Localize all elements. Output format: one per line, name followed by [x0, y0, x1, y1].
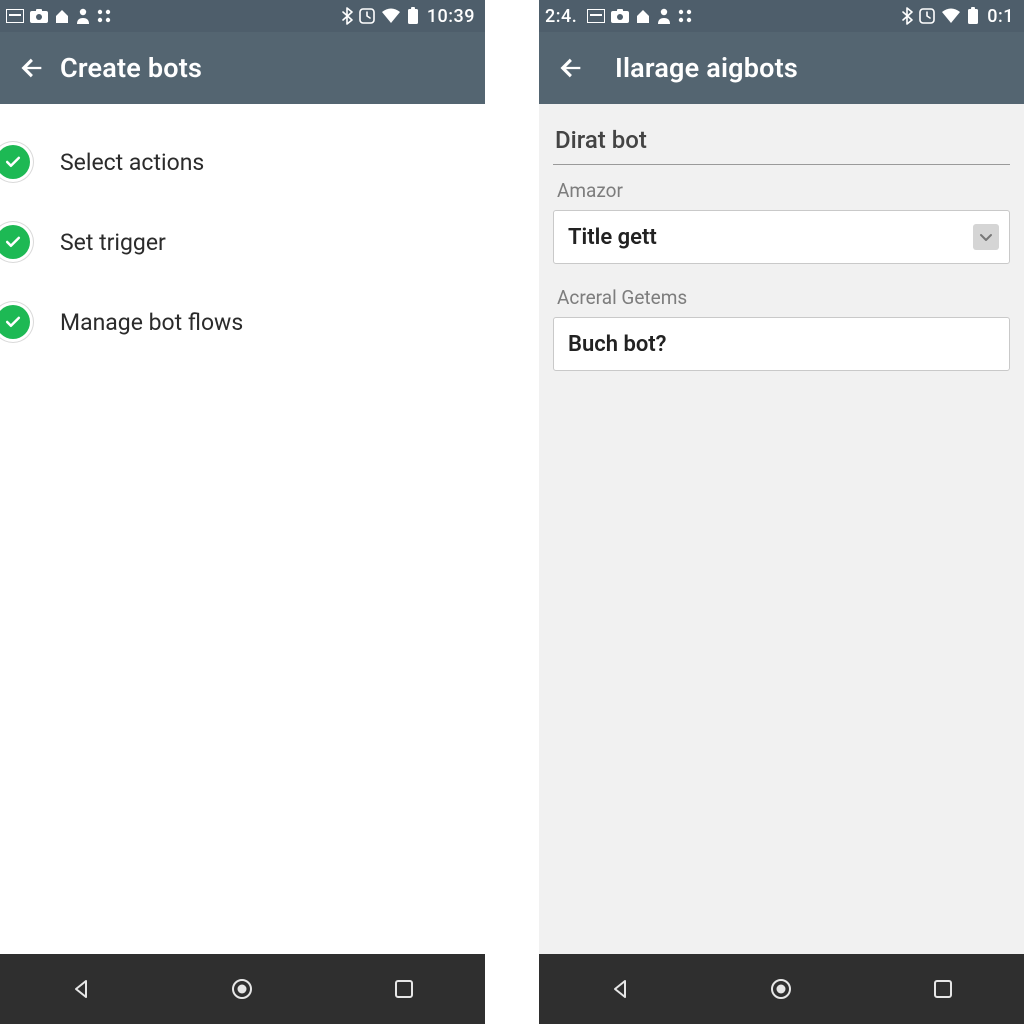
status-bar: 10:39	[0, 0, 485, 32]
status-bar: 2:4.	[539, 0, 1024, 32]
checklist-item-select-actions[interactable]: Select actions	[0, 122, 485, 202]
status-bar-right-icons: 10:39	[341, 6, 475, 27]
form-section-title: Dirat bot	[553, 122, 1010, 165]
bluetooth-icon	[901, 7, 913, 25]
nav-recents-button[interactable]	[903, 965, 983, 1013]
nav-recents-button[interactable]	[364, 965, 444, 1013]
check-complete-icon	[0, 225, 30, 259]
clock-icon	[919, 8, 935, 24]
camera-icon	[30, 9, 48, 23]
status-bar-left-clock: 2:4.	[545, 6, 577, 27]
system-nav-bar	[539, 954, 1024, 1024]
field-label-amazor: Amazor	[557, 179, 1010, 202]
wifi-icon	[381, 8, 401, 24]
nav-home-button[interactable]	[202, 965, 282, 1013]
select-title-value: Title gett	[568, 225, 657, 250]
app-bar: Ilarage aigbots	[539, 32, 1024, 104]
system-nav-bar	[0, 954, 485, 1024]
checklist-item-label: Set trigger	[60, 229, 166, 256]
select-title[interactable]: Title gett	[553, 210, 1010, 264]
home-icon	[635, 8, 651, 24]
chevron-down-icon	[973, 224, 999, 250]
status-bar-left-icons	[6, 8, 112, 24]
back-button[interactable]	[547, 44, 595, 92]
person-icon	[657, 8, 671, 24]
input-buch-bot-value: Buch bot?	[568, 332, 667, 357]
bot-form: Dirat bot Amazor Title gett Acreral Gete…	[539, 104, 1024, 371]
settings-icon	[677, 8, 693, 24]
status-bar-clock: 10:39	[427, 6, 475, 27]
status-bar-clock: 0:1	[987, 6, 1014, 27]
checklist: Select actions Set trigger Manage bot fl…	[0, 104, 485, 362]
back-button[interactable]	[8, 44, 56, 92]
nav-back-button[interactable]	[580, 965, 660, 1013]
nav-home-button[interactable]	[741, 965, 821, 1013]
person-icon	[76, 8, 90, 24]
nav-back-button[interactable]	[41, 965, 121, 1013]
wifi-icon	[941, 8, 961, 24]
checklist-item-set-trigger[interactable]: Set trigger	[0, 202, 485, 282]
battery-icon	[407, 7, 419, 25]
check-complete-icon	[0, 145, 30, 179]
clock-icon	[359, 8, 375, 24]
check-complete-icon	[0, 305, 30, 339]
page-title: Create bots	[60, 52, 202, 84]
status-bar-right-icons: 0:1	[901, 6, 1014, 27]
checklist-item-label: Manage bot flows	[60, 309, 243, 336]
settings-icon	[96, 8, 112, 24]
screen-create-bots: 10:39 Create bots Select actions Set tri…	[0, 0, 485, 1024]
battery-icon	[967, 7, 979, 25]
card-icon	[6, 9, 24, 23]
field-label-acreral: Acreral Getems	[557, 286, 1010, 309]
status-bar-left-icons: 2:4.	[545, 6, 693, 27]
input-buch-bot[interactable]: Buch bot?	[553, 317, 1010, 371]
app-bar: Create bots	[0, 32, 485, 104]
checklist-item-manage-bot-flows[interactable]: Manage bot flows	[0, 282, 485, 362]
checklist-item-label: Select actions	[60, 149, 204, 176]
card-icon	[587, 9, 605, 23]
bluetooth-icon	[341, 7, 353, 25]
camera-icon	[611, 9, 629, 23]
home-icon	[54, 8, 70, 24]
page-title: Ilarage aigbots	[615, 52, 798, 84]
screen-manage-bots: 2:4.	[539, 0, 1024, 1024]
